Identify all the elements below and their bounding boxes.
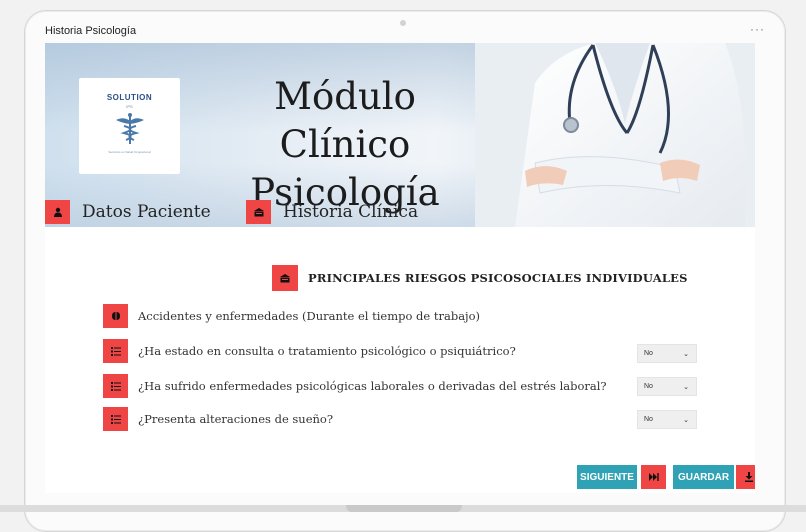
download-icon[interactable] bbox=[736, 465, 755, 489]
more-options-icon[interactable]: ··· bbox=[750, 22, 765, 36]
device-notch bbox=[346, 505, 462, 512]
logo-name: SOLUTION bbox=[106, 93, 153, 102]
select-value: No bbox=[644, 350, 653, 357]
section-title: PRINCIPALES RIESGOS PSICOSOCIALES INDIVI… bbox=[308, 271, 688, 285]
select-value: No bbox=[644, 416, 653, 423]
page-title: Módulo Clínico Psicología bbox=[250, 75, 440, 214]
person-icon bbox=[45, 200, 70, 224]
company-logo: SOLUTION IPS Servicios en Salud Ocupacio… bbox=[79, 78, 180, 174]
nav-label: Datos Paciente bbox=[82, 202, 211, 222]
question-label: ¿Ha estado en consulta o tratamiento psi… bbox=[138, 344, 516, 358]
list-icon bbox=[103, 374, 128, 398]
answer-select[interactable]: No ⌄ bbox=[637, 377, 697, 396]
logo-sub: IPS bbox=[126, 104, 133, 109]
chevron-down-icon: ⌄ bbox=[683, 350, 689, 358]
question-row: ¿Ha sufrido enfermedades psicológicas la… bbox=[103, 374, 607, 398]
brain-icon bbox=[103, 304, 128, 328]
caduceus-icon bbox=[116, 113, 144, 144]
select-value: No bbox=[644, 383, 653, 390]
skip-forward-icon[interactable] bbox=[641, 465, 666, 489]
tablet-frame: Historia Psicología ··· SOLUTION IPS Ser… bbox=[24, 10, 786, 532]
save-button[interactable]: GUARDAR bbox=[673, 465, 734, 489]
question-label: ¿Ha sufrido enfermedades psicológicas la… bbox=[138, 379, 607, 393]
question-label: ¿Presenta alteraciones de sueño? bbox=[138, 412, 334, 426]
answer-select[interactable]: No ⌄ bbox=[637, 344, 697, 363]
question-row: Accidentes y enfermedades (Durante el ti… bbox=[103, 304, 480, 328]
next-button[interactable]: SIGUIENTE bbox=[577, 465, 637, 489]
logo-tagline: Servicios en Salud Ocupacional bbox=[108, 150, 151, 154]
camera-dot bbox=[400, 20, 406, 26]
nav-historia-clinica[interactable]: Historia Clínica bbox=[246, 200, 418, 224]
list-icon bbox=[103, 407, 128, 431]
chevron-down-icon: ⌄ bbox=[683, 383, 689, 391]
nav-datos-paciente[interactable]: Datos Paciente bbox=[45, 200, 211, 224]
app-screen: SOLUTION IPS Servicios en Salud Ocupacio… bbox=[45, 43, 755, 493]
chevron-down-icon: ⌄ bbox=[683, 416, 689, 424]
question-label: Accidentes y enfermedades (Durante el ti… bbox=[138, 309, 481, 323]
archive-icon bbox=[246, 200, 271, 224]
nav-label: Historia Clínica bbox=[283, 202, 419, 222]
window-title: Historia Psicología bbox=[45, 25, 137, 37]
archive-icon bbox=[272, 265, 298, 291]
question-row: ¿Ha estado en consulta o tratamiento psi… bbox=[103, 339, 516, 363]
question-row: ¿Presenta alteraciones de sueño? bbox=[103, 407, 333, 431]
list-icon bbox=[103, 339, 128, 363]
doctor-illustration bbox=[475, 43, 755, 227]
section-header: PRINCIPALES RIESGOS PSICOSOCIALES INDIVI… bbox=[272, 265, 688, 291]
answer-select[interactable]: No ⌄ bbox=[637, 410, 697, 429]
